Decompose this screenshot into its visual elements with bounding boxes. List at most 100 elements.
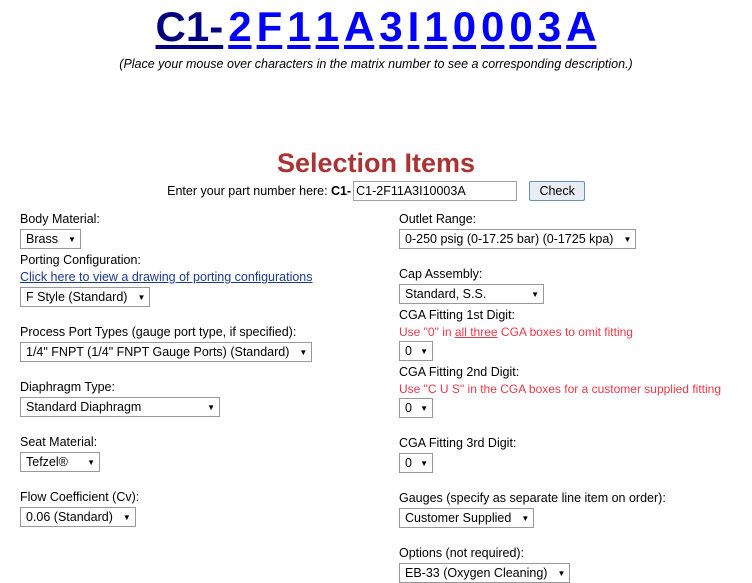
field-gauges: Gauges (specify as separate line item on… bbox=[399, 491, 749, 528]
matrix-hint-text: (Place your mouse over characters in the… bbox=[119, 57, 633, 71]
label-flow-coefficient: Flow Coefficient (Cv): bbox=[20, 490, 140, 504]
chevron-down-icon: ▼ bbox=[122, 513, 131, 522]
part-number-entry-row: Enter your part number here: C1- Check bbox=[0, 181, 752, 201]
part-number-label: Enter your part number here: bbox=[167, 184, 328, 198]
select-flow-coefficient-value: 0.06 (Standard) bbox=[26, 510, 113, 524]
right-column: Outlet Range: 0-250 psig (0-17.25 bar) (… bbox=[399, 212, 749, 583]
matrix-char-4[interactable]: 1 bbox=[316, 3, 339, 50]
matrix-char-12[interactable]: 3 bbox=[538, 3, 561, 50]
label-cga-fitting-3rd-digit: CGA Fitting 3rd Digit: bbox=[399, 436, 517, 450]
chevron-down-icon: ▼ bbox=[420, 459, 428, 468]
label-gauges: Gauges (specify as separate line item on… bbox=[399, 491, 666, 505]
label-body-material: Body Material: bbox=[20, 212, 100, 226]
label-seat-material: Seat Material: bbox=[20, 435, 98, 449]
select-outlet-range[interactable]: 0-250 psig (0-17.25 bar) (0-1725 kpa) ▼ bbox=[399, 229, 637, 249]
select-porting-configuration-value: F Style (Standard) bbox=[26, 290, 128, 304]
select-cga-fitting-1st-digit-value: 0 bbox=[405, 344, 412, 358]
page-title: Selection Items bbox=[276, 148, 476, 178]
select-options[interactable]: EB-33 (Oxygen Cleaning) ▼ bbox=[399, 563, 571, 583]
label-diaphragm-type: Diaphragm Type: bbox=[20, 380, 115, 394]
select-diaphragm-type[interactable]: Standard Diaphragm ▼ bbox=[20, 397, 220, 417]
select-process-port-types-value: 1/4" FNPT (1/4" FNPT Gauge Ports) (Stand… bbox=[26, 345, 290, 359]
field-process-port-types: Process Port Types (gauge port type, if … bbox=[20, 325, 390, 362]
field-seat-material: Seat Material: Tefzel® ▼ bbox=[20, 435, 390, 472]
field-options: Options (not required): EB-33 (Oxygen Cl… bbox=[399, 546, 749, 583]
matrix-char-1[interactable]: 2 bbox=[228, 3, 251, 50]
matrix-char-2[interactable]: F bbox=[257, 3, 283, 50]
select-cap-assembly-value: Standard, S.S. bbox=[405, 287, 487, 301]
matrix-char-13[interactable]: A bbox=[566, 3, 596, 50]
select-porting-configuration[interactable]: F Style (Standard) ▼ bbox=[20, 287, 151, 307]
select-options-value: EB-33 (Oxygen Cleaning) bbox=[405, 566, 548, 580]
matrix-char-7[interactable]: I bbox=[408, 3, 420, 50]
field-diaphragm-type: Diaphragm Type: Standard Diaphragm ▼ bbox=[20, 380, 390, 417]
matrix-number-header: C1- 2 F 1 1 A 3 I 1 0 0 0 3 A bbox=[0, 0, 752, 48]
hint-cga-omit-fitting-pre: Use "0" in bbox=[399, 325, 455, 339]
select-diaphragm-type-value: Standard Diaphragm bbox=[26, 400, 142, 414]
check-button[interactable]: Check bbox=[529, 181, 585, 201]
part-number-prefix: C1- bbox=[330, 184, 352, 198]
select-body-material[interactable]: Brass ▼ bbox=[20, 229, 81, 249]
matrix-char-9[interactable]: 0 bbox=[453, 3, 476, 50]
porting-drawing-link[interactable]: Click here to view a drawing of porting … bbox=[20, 270, 313, 285]
chevron-down-icon: ▼ bbox=[531, 290, 539, 299]
select-process-port-types[interactable]: 1/4" FNPT (1/4" FNPT Gauge Ports) (Stand… bbox=[20, 342, 313, 362]
select-cga-fitting-2nd-digit-value: 0 bbox=[405, 401, 412, 415]
field-cga-fitting-2nd-digit: CGA Fitting 2nd Digit: Use "C U S" in th… bbox=[399, 365, 749, 418]
hint-cga-omit-fitting: Use "0" in all three CGA boxes to omit f… bbox=[399, 325, 749, 339]
field-body-material: Body Material: Brass ▼ bbox=[20, 212, 390, 249]
chevron-down-icon: ▼ bbox=[87, 458, 95, 467]
label-cga-fitting-1st-digit: CGA Fitting 1st Digit: bbox=[399, 308, 516, 322]
label-cap-assembly: Cap Assembly: bbox=[399, 267, 483, 281]
select-seat-material-value: Tefzel® bbox=[26, 455, 68, 469]
select-cga-fitting-3rd-digit-value: 0 bbox=[405, 456, 412, 470]
field-cga-fitting-1st-digit: CGA Fitting 1st Digit: Use "0" in all th… bbox=[399, 308, 749, 361]
hint-cga-customer-supplied: Use "C U S" in the CGA boxes for a custo… bbox=[399, 382, 721, 396]
matrix-char-8[interactable]: 1 bbox=[424, 3, 447, 50]
matrix-char-3[interactable]: 1 bbox=[287, 3, 310, 50]
chevron-down-icon: ▼ bbox=[420, 404, 428, 413]
chevron-down-icon: ▼ bbox=[137, 293, 146, 302]
chevron-down-icon: ▼ bbox=[207, 403, 215, 412]
select-flow-coefficient[interactable]: 0.06 (Standard) ▼ bbox=[20, 507, 136, 527]
chevron-down-icon: ▼ bbox=[67, 235, 76, 244]
select-gauges-value: Customer Supplied bbox=[405, 511, 512, 525]
label-process-port-types: Process Port Types (gauge port type, if … bbox=[20, 325, 297, 339]
hint-cga-omit-fitting-emphasis: all three bbox=[454, 325, 498, 339]
label-options: Options (not required): bbox=[399, 546, 525, 560]
part-number-input[interactable] bbox=[353, 181, 518, 201]
hint-cga-omit-fitting-post: CGA boxes to omit fitting bbox=[497, 325, 633, 339]
label-porting-configuration: Porting Configuration: bbox=[20, 253, 141, 267]
chevron-down-icon: ▼ bbox=[420, 347, 428, 356]
chevron-down-icon: ▼ bbox=[299, 348, 308, 357]
chevron-down-icon: ▼ bbox=[557, 569, 566, 578]
field-flow-coefficient: Flow Coefficient (Cv): 0.06 (Standard) ▼ bbox=[20, 490, 390, 527]
matrix-char-10[interactable]: 0 bbox=[481, 3, 504, 50]
matrix-char-5[interactable]: A bbox=[344, 3, 374, 50]
matrix-char-11[interactable]: 0 bbox=[509, 3, 532, 50]
select-cga-fitting-2nd-digit[interactable]: 0 ▼ bbox=[399, 398, 433, 418]
left-column: Body Material: Brass ▼ Porting Configura… bbox=[20, 212, 390, 527]
label-outlet-range: Outlet Range: bbox=[399, 212, 477, 226]
field-cap-assembly: Cap Assembly: Standard, S.S. ▼ bbox=[399, 267, 749, 304]
label-cga-fitting-2nd-digit: CGA Fitting 2nd Digit: bbox=[399, 365, 520, 379]
field-porting-configuration: Porting Configuration: Click here to vie… bbox=[20, 253, 390, 307]
select-gauges[interactable]: Customer Supplied ▼ bbox=[399, 508, 535, 528]
select-seat-material[interactable]: Tefzel® ▼ bbox=[20, 452, 100, 472]
select-cga-fitting-1st-digit[interactable]: 0 ▼ bbox=[399, 341, 433, 361]
select-cap-assembly[interactable]: Standard, S.S. ▼ bbox=[399, 284, 544, 304]
select-cga-fitting-3rd-digit[interactable]: 0 ▼ bbox=[399, 453, 433, 473]
chevron-down-icon: ▼ bbox=[623, 235, 632, 244]
matrix-char-6[interactable]: 3 bbox=[379, 3, 402, 50]
matrix-char-prefix[interactable]: C1- bbox=[156, 3, 224, 50]
select-body-material-value: Brass bbox=[26, 232, 58, 246]
field-outlet-range: Outlet Range: 0-250 psig (0-17.25 bar) (… bbox=[399, 212, 749, 249]
field-cga-fitting-3rd-digit: CGA Fitting 3rd Digit: 0 ▼ bbox=[399, 436, 749, 473]
